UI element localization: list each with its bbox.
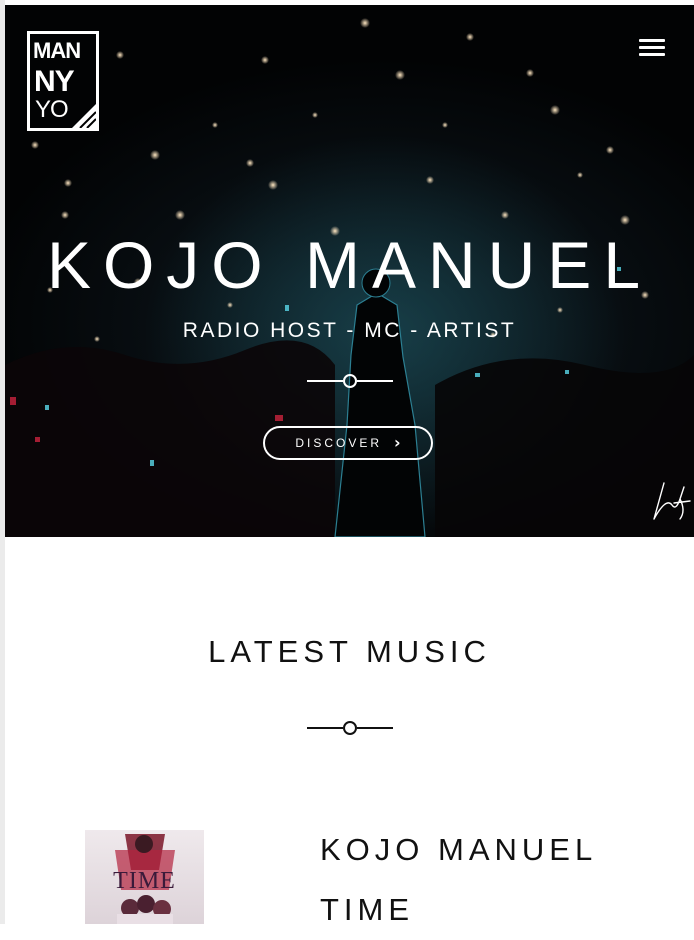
track-title-line2: TIME	[320, 892, 415, 927]
circle-line-divider-icon	[307, 374, 393, 388]
circle-line-divider-icon	[307, 721, 393, 735]
album-cover[interactable]: TIME	[85, 830, 204, 924]
hamburger-menu-icon[interactable]	[639, 39, 665, 57]
site-logo[interactable]: MAN NY YO	[27, 31, 99, 131]
album-cover-word: TIME	[113, 868, 176, 894]
hero-title: KOJO MANUEL	[46, 228, 653, 302]
logo-text-line2: NY	[34, 65, 75, 98]
hero-section: MAN NY YO KOJO MANUEL RADIO HOST - MC - …	[5, 5, 694, 537]
discover-button-label: DISCOVER	[295, 436, 383, 450]
latest-music-heading: LATEST MUSIC	[208, 634, 491, 669]
logo-text-line3: YO	[35, 96, 69, 123]
logo-corner-stripes	[72, 104, 96, 128]
hero-subtitle: RADIO HOST - MC - ARTIST	[182, 319, 517, 342]
logo-text-line1: MAN	[33, 38, 81, 63]
signature-mark	[653, 482, 691, 520]
track-title-line1: KOJO MANUEL	[320, 832, 598, 867]
track-title[interactable]: KOJO MANUEL TIME	[320, 820, 680, 940]
discover-button[interactable]: DISCOVER ›	[263, 426, 433, 460]
chevron-right-icon: ›	[394, 433, 401, 452]
